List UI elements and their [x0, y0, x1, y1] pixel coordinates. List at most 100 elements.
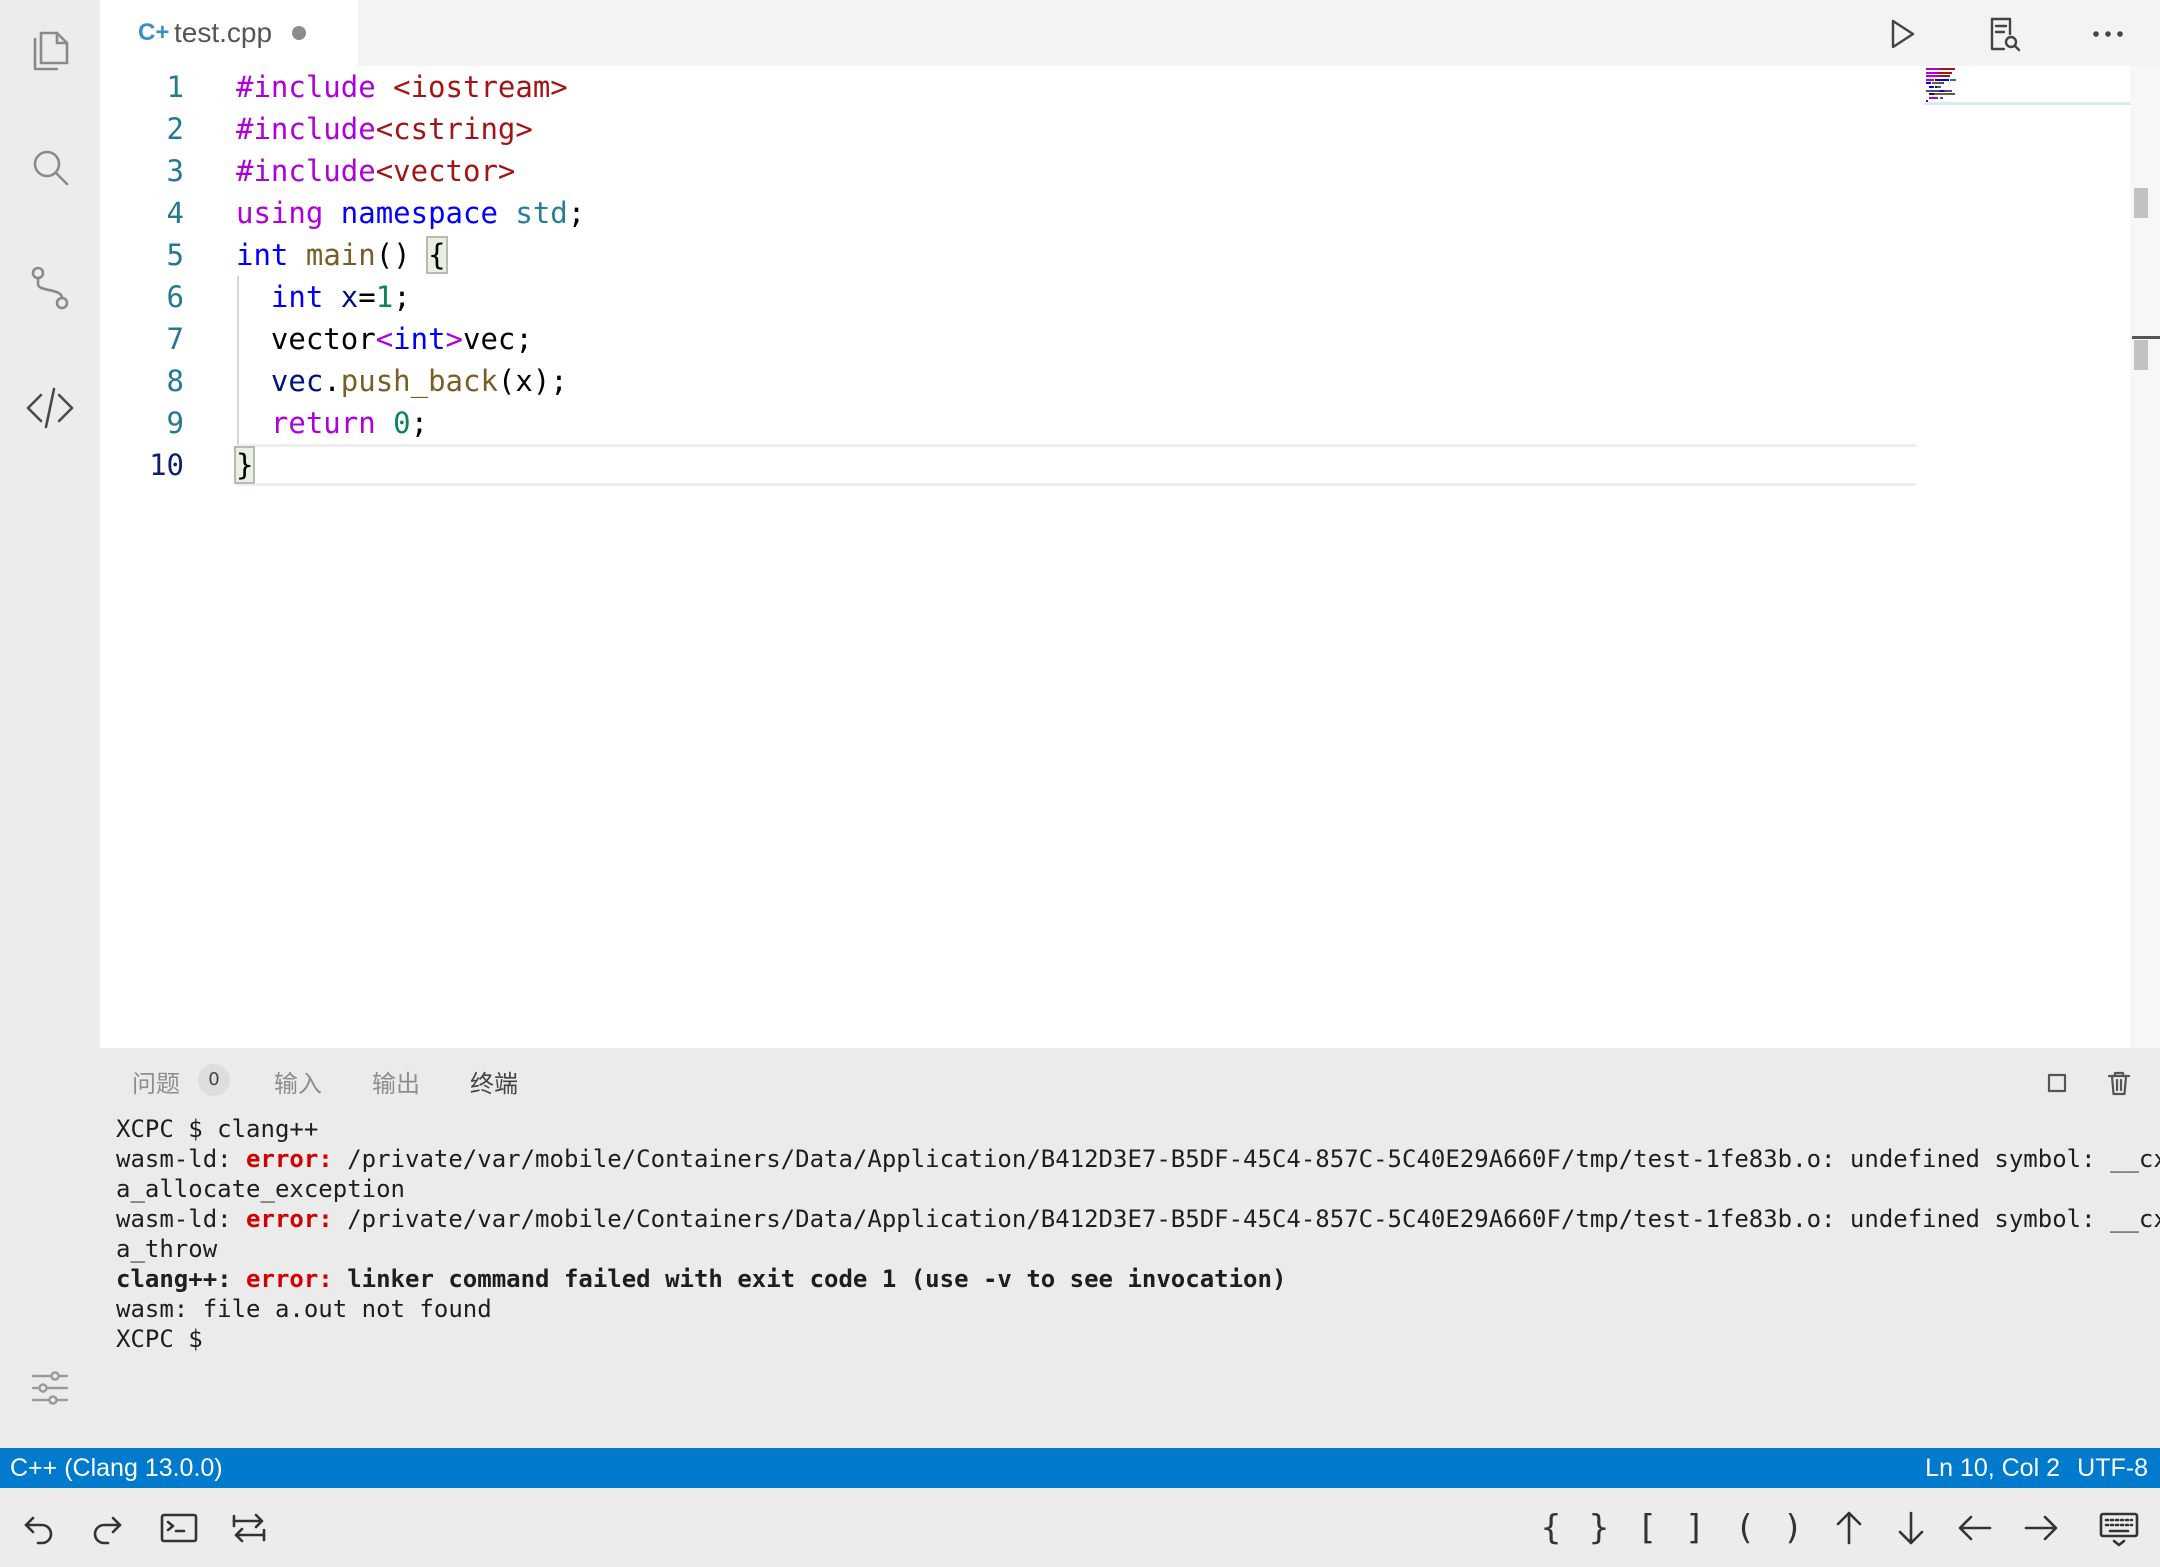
settings-sliders-icon[interactable]: [22, 1360, 78, 1416]
terminal-line: XCPC $ clang++: [116, 1114, 2146, 1144]
undo-icon: [24, 1516, 53, 1545]
line-code: using namespace std;: [236, 192, 585, 234]
terminal-line: a_throw: [116, 1234, 2146, 1264]
arrow-right-button[interactable]: [2012, 1500, 2070, 1556]
terminal-text: clang++:: [116, 1265, 247, 1293]
minimap-stroke: [1938, 75, 1950, 78]
tab-output[interactable]: 输出: [372, 1062, 420, 1106]
line-number: 9: [166, 406, 184, 440]
search-document-button[interactable]: [1976, 6, 2032, 62]
search-icon[interactable]: [18, 136, 82, 200]
terminal-button[interactable]: [150, 1500, 208, 1556]
code-token: vec: [270, 364, 324, 398]
line-number: 1: [166, 70, 184, 104]
code-token: ;: [410, 406, 429, 440]
code-line[interactable]: 9 return 0;: [100, 402, 1916, 444]
tab-key-button[interactable]: [220, 1500, 278, 1556]
line-number: 6: [166, 280, 184, 314]
code-token: <iostream>: [393, 70, 568, 104]
code-icon[interactable]: [18, 376, 82, 440]
hide-keyboard-button[interactable]: [2090, 1500, 2148, 1556]
status-language[interactable]: C++ (Clang 13.0.0): [10, 1448, 223, 1488]
tab-input[interactable]: 输入: [274, 1062, 322, 1106]
code-token: namespace: [340, 196, 498, 230]
minimap-stroke: [1939, 86, 1941, 88]
code-line[interactable]: 8 vec.push_back(x);: [100, 360, 1916, 402]
line-code: #include<vector>: [236, 150, 515, 192]
maximize-panel-button[interactable]: [2034, 1060, 2080, 1106]
keyboard-icon: [2099, 1512, 2139, 1547]
terminal-output[interactable]: XCPC $ clang++ wasm-ld: error: /private/v…: [116, 1114, 2160, 1354]
explorer-icon[interactable]: [18, 18, 82, 82]
code-token: (): [375, 238, 429, 272]
minimap-stroke: [1941, 96, 1943, 99]
more-actions-button[interactable]: [2080, 6, 2136, 62]
minimap[interactable]: [1924, 66, 2132, 106]
code-token: (x);: [497, 364, 568, 398]
tab-test-cpp[interactable]: C+ test.cpp: [100, 0, 358, 66]
minimap-slider[interactable]: [1924, 102, 2132, 105]
line-number: 10: [149, 448, 184, 482]
arrow-up-button[interactable]: [1820, 1500, 1878, 1556]
code-line[interactable]: 1 #include <iostream>: [100, 66, 1916, 108]
code-line[interactable]: 3 #include<vector>: [100, 150, 1916, 192]
arrow-up-icon: [1836, 1511, 1862, 1545]
scrollbar-marker: [2134, 340, 2148, 370]
line-code: }: [233, 444, 256, 486]
bottom-panel: 问题 0 输入 输出 终端 XCPC $ clang++ wasm-ld: err…: [100, 1048, 2160, 1448]
clear-terminal-button[interactable]: [2096, 1060, 2142, 1106]
terminal-icon: [160, 1513, 198, 1543]
code-line[interactable]: 4 using namespace std;: [100, 192, 1916, 234]
minimap-stroke: [1945, 89, 1952, 92]
tab-problems[interactable]: 问题: [132, 1062, 180, 1106]
arrow-down-button[interactable]: [1882, 1500, 1940, 1556]
activity-bar: [0, 0, 100, 1448]
status-encoding[interactable]: UTF-8: [2077, 1448, 2148, 1488]
code-token: {: [426, 236, 448, 274]
minimap-stroke: [1942, 82, 1944, 85]
code-line[interactable]: 7 vector<int>vec;: [100, 318, 1916, 360]
line-number: 2: [166, 112, 184, 146]
terminal-text: XCPC $ clang++: [116, 1115, 319, 1143]
terminal-text: a_allocate_exception: [116, 1175, 405, 1203]
undo-button[interactable]: [10, 1500, 68, 1556]
minimap-stroke: [1926, 82, 1931, 85]
line-code: #include<cstring>: [236, 108, 533, 150]
code-line[interactable]: 2 #include<cstring>: [100, 108, 1916, 150]
line-number: 7: [166, 322, 184, 356]
redo-icon: [93, 1516, 122, 1545]
line-code: int main() {: [236, 234, 448, 276]
redo-button[interactable]: [78, 1500, 136, 1556]
terminal-text: wasm-ld:: [116, 1145, 247, 1173]
tab-terminal[interactable]: 终端: [470, 1062, 518, 1106]
arrow-left-icon: [1958, 1515, 1992, 1541]
status-cursor-position[interactable]: Ln 10, Col 2: [1925, 1448, 2060, 1488]
terminal-text: /private/var/mobile/Containers/Data/Appl…: [332, 1145, 2160, 1173]
code-token: x: [340, 280, 359, 314]
minimap-stroke: [1939, 68, 1955, 70]
code-line[interactable]: 6 int x=1;: [100, 276, 1916, 318]
minimap-stroke: [1935, 78, 1949, 81]
document-search-icon: [1990, 17, 2021, 52]
code-editor[interactable]: 1 #include <iostream> 2 #include<cstring> 3 #…: [100, 66, 2136, 1048]
source-control-icon[interactable]: [18, 256, 82, 320]
code-line[interactable]: 10}: [100, 444, 1916, 486]
code-token: <: [375, 322, 394, 356]
terminal-line: wasm: file a.out not found: [116, 1294, 2146, 1324]
code-line[interactable]: 5 int main() {: [100, 234, 1916, 276]
line-number: 5: [166, 238, 184, 272]
key-paren-close[interactable]: ): [1764, 1500, 1822, 1556]
code-token: main: [305, 238, 376, 272]
arrow-left-button[interactable]: [1946, 1500, 2004, 1556]
code-token: vec;: [463, 322, 533, 356]
code-token: push_back: [340, 364, 498, 398]
keyboard-accessory-bar: { } [ ] ( ): [0, 1488, 2160, 1567]
run-button[interactable]: [1874, 6, 1930, 62]
code-token: #include: [236, 70, 394, 104]
trash-icon: [2107, 1071, 2131, 1096]
